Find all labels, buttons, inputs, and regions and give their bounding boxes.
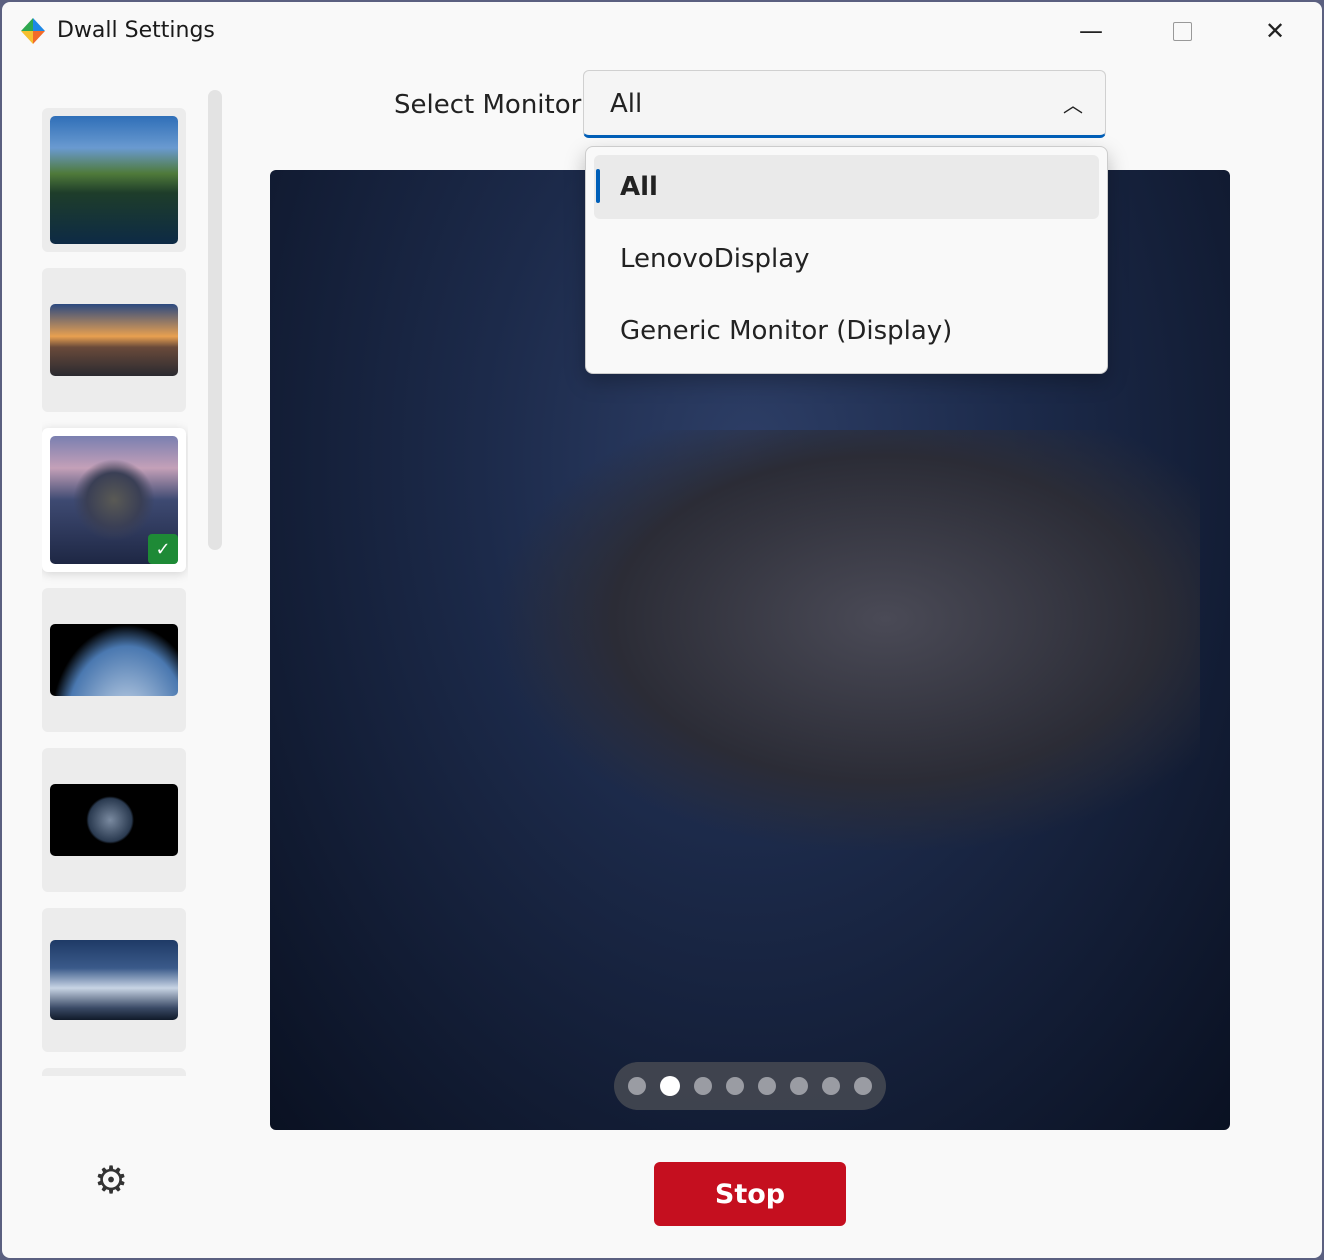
carousel-dot[interactable] [694, 1077, 712, 1095]
wallpaper-list: ✓ [42, 108, 188, 1076]
app-window: Dwall Settings — ✕ ✓ ⚙ Select Monitor Al… [2, 2, 1322, 1258]
monitor-dropdown-value: All [610, 89, 643, 119]
wallpaper-image [50, 940, 178, 1020]
carousel-dot[interactable] [660, 1076, 680, 1096]
wallpaper-thumb[interactable] [42, 748, 186, 892]
stop-button[interactable]: Stop [654, 1162, 846, 1226]
carousel-dot[interactable] [790, 1077, 808, 1095]
monitor-dropdown-menu: All LenovoDisplay Generic Monitor (Displ… [585, 146, 1108, 374]
wallpaper-thumb[interactable] [42, 1068, 186, 1076]
wallpaper-thumb[interactable] [42, 108, 186, 252]
carousel-dot[interactable] [822, 1077, 840, 1095]
wallpaper-image [50, 624, 178, 696]
wallpaper-image [50, 784, 178, 856]
minimize-button[interactable]: — [1068, 10, 1114, 52]
monitor-option-all[interactable]: All [594, 155, 1099, 219]
wallpaper-image [50, 116, 178, 244]
wallpaper-image [50, 304, 178, 376]
wallpaper-thumb[interactable] [42, 268, 186, 412]
wallpaper-thumb[interactable] [42, 588, 186, 732]
settings-gear-icon[interactable]: ⚙ [94, 1158, 128, 1202]
selected-check-icon: ✓ [148, 534, 178, 564]
chevron-up-icon: ︿ [1063, 93, 1083, 117]
carousel-dot[interactable] [628, 1077, 646, 1095]
wallpaper-thumb[interactable] [42, 908, 186, 1052]
monitor-option-generic[interactable]: Generic Monitor (Display) [594, 299, 1099, 363]
close-button[interactable]: ✕ [1252, 10, 1298, 52]
carousel-dot[interactable] [726, 1077, 744, 1095]
app-logo-icon [21, 18, 45, 44]
window-title: Dwall Settings [57, 18, 215, 43]
monitor-dropdown[interactable]: All ︿ [583, 70, 1106, 138]
preview-image [500, 430, 1200, 850]
select-monitor-label: Select Monitor [394, 90, 582, 120]
carousel-dot[interactable] [758, 1077, 776, 1095]
carousel-dot[interactable] [854, 1077, 872, 1095]
wallpaper-thumb[interactable]: ✓ [42, 428, 186, 572]
monitor-option-lenovo[interactable]: LenovoDisplay [594, 227, 1099, 291]
wallpaper-list-scrollbar[interactable] [208, 90, 222, 550]
carousel-pager [614, 1062, 886, 1110]
maximize-button[interactable] [1159, 10, 1205, 52]
